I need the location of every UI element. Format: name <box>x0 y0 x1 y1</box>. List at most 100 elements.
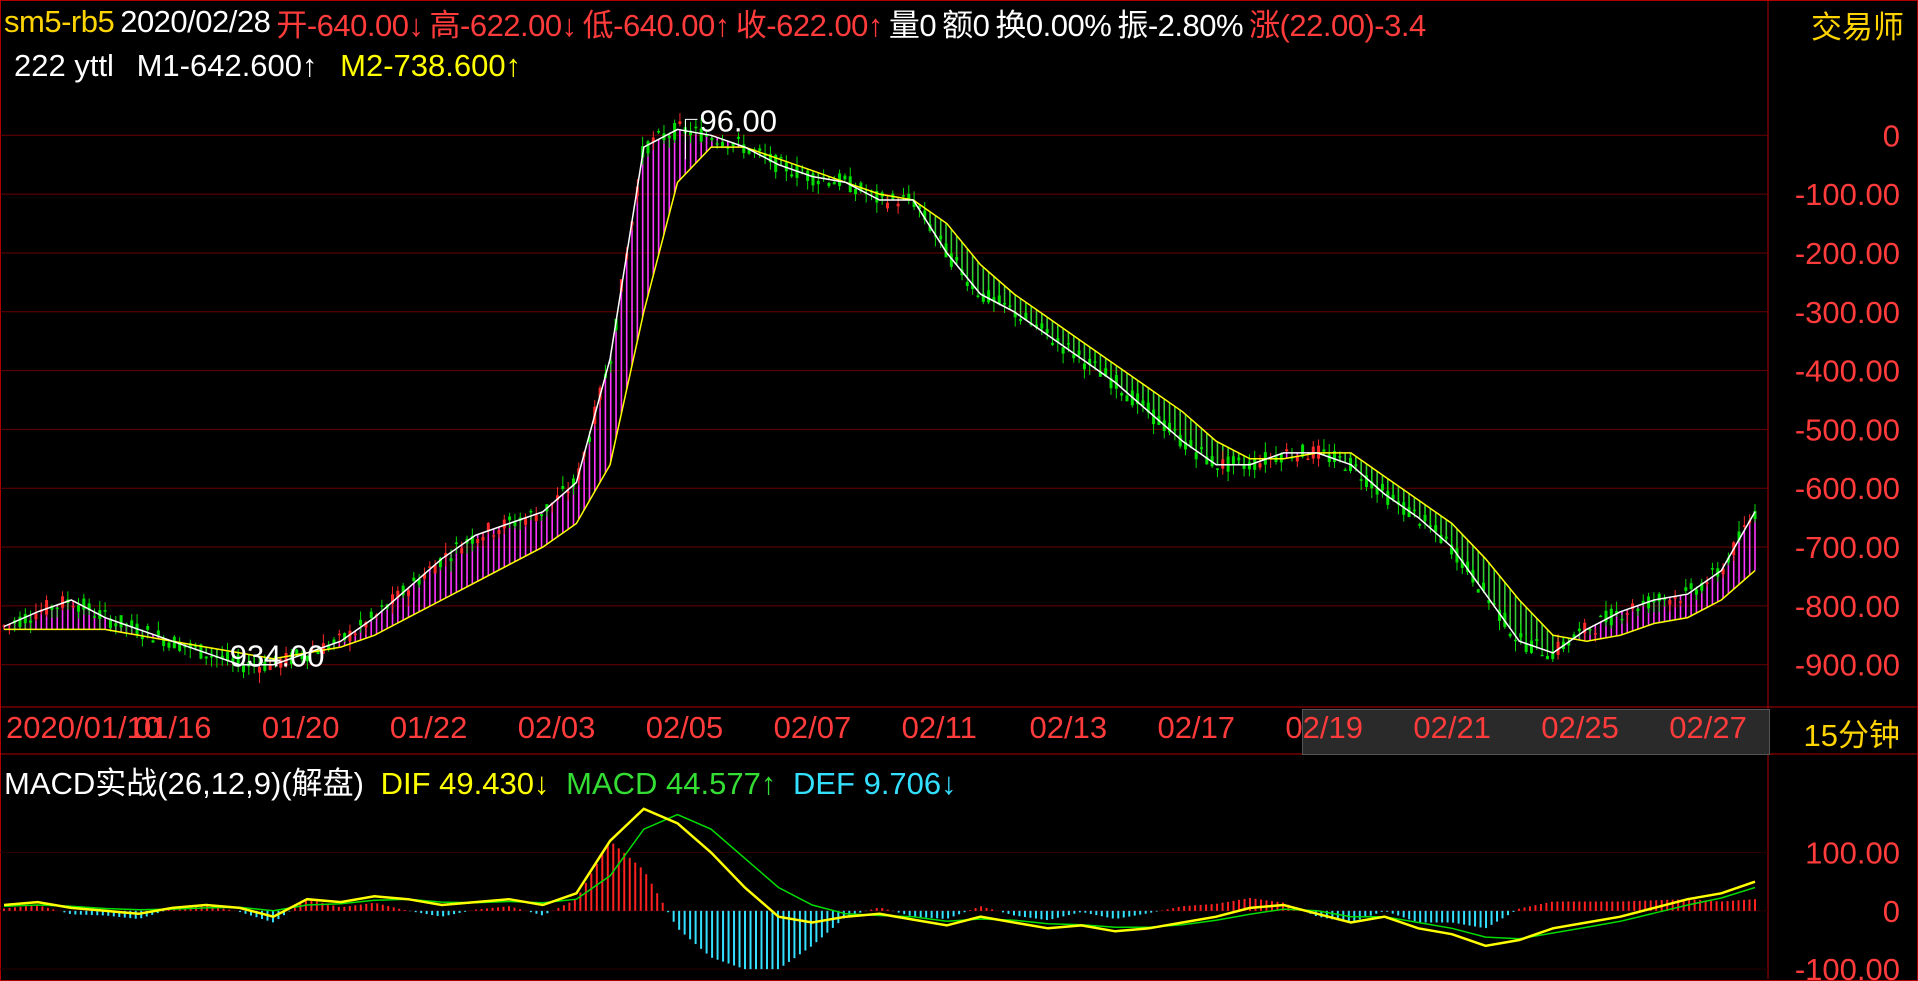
candle-body <box>204 656 208 659</box>
candle-body <box>965 281 969 286</box>
candle-body <box>71 605 75 608</box>
candle-body <box>1710 568 1714 570</box>
amount-label: 额0 <box>942 7 990 43</box>
amplitude-label: 振-2.80% <box>1117 7 1244 43</box>
candle-body <box>1247 462 1251 470</box>
candle-body <box>151 640 155 643</box>
candle-body <box>508 516 512 521</box>
candle-body <box>1258 463 1262 468</box>
candle-body <box>1423 514 1427 521</box>
candle-body <box>715 143 719 145</box>
chart-canvas[interactable]: 0 -100.00 -200.00 -300.00 -400.00 -500.00 -600… <box>0 0 1918 981</box>
price-tick-label: -100.00 <box>1795 177 1900 212</box>
indicator-name: 222 yttl <box>14 48 114 83</box>
candle-body <box>1354 464 1358 467</box>
macd-title: MACD实战(26,12,9)(解盘) <box>4 766 364 801</box>
candle-body <box>1003 303 1007 305</box>
ma-ribbon <box>3 129 1756 665</box>
candle-body <box>140 636 144 640</box>
price-tick-label: 0 <box>1883 118 1900 153</box>
candle-body <box>1689 583 1693 590</box>
candle-body <box>1588 628 1592 631</box>
macd-tick-label: 0 <box>1883 894 1900 929</box>
candle-body <box>1040 323 1044 329</box>
candle-body <box>1705 582 1709 584</box>
candle-body <box>1476 589 1480 593</box>
candle-body <box>720 142 724 147</box>
candle-body <box>1253 458 1257 470</box>
candle-body <box>1120 392 1124 396</box>
candle-body <box>82 598 86 610</box>
price-tick-label: -700.00 <box>1795 530 1900 565</box>
candle-body <box>1237 457 1241 461</box>
candle-body <box>497 530 501 534</box>
candle-body <box>901 195 905 197</box>
candle-body <box>449 558 453 562</box>
price-tick-label: -800.00 <box>1795 589 1900 624</box>
candle-body <box>678 121 682 125</box>
candle-body <box>1514 639 1518 642</box>
candle-body <box>1529 640 1533 653</box>
candle-body <box>646 141 650 154</box>
change-label: 涨(22.00)-3.4 <box>1249 7 1426 43</box>
candle-body <box>1173 429 1177 431</box>
candle-body <box>23 614 27 624</box>
candle-body <box>119 615 123 628</box>
candle-body <box>1657 593 1661 602</box>
candle-body <box>454 542 458 545</box>
date-tick-label: 02/21 <box>1413 710 1491 745</box>
date-tick-label: 02/25 <box>1541 710 1619 745</box>
open-label: 开-640.00↓ <box>276 7 424 43</box>
candlesticks <box>2 113 1757 684</box>
candle-body <box>1125 395 1129 402</box>
candle-body <box>1066 343 1070 345</box>
candle-body <box>18 616 22 627</box>
timeframe-label[interactable]: 15分钟 <box>1804 710 1900 755</box>
candle-body <box>1215 468 1219 470</box>
date-tick-label: 02/11 <box>901 710 977 745</box>
moving-average-lines <box>3 128 1756 666</box>
m2-value: M2-738.600↑ <box>340 48 522 83</box>
candle-body <box>1625 613 1629 615</box>
candle-body <box>1694 589 1698 595</box>
price-tick-label: -300.00 <box>1795 295 1900 330</box>
low-label: 低-640.00↑ <box>582 7 731 43</box>
candle-body <box>77 605 81 612</box>
quote-header: sm5-rb5 2020/02/28 开-640.00↓ 高-622.00↓ 低… <box>4 2 1432 43</box>
candle-body <box>854 188 858 195</box>
date-tick-label: 02/27 <box>1669 710 1747 745</box>
candle-body <box>1343 469 1347 472</box>
dif-value: DIF 49.430↓ <box>380 766 550 801</box>
candle-body <box>1524 643 1528 652</box>
date-tick-label: 02/07 <box>773 710 852 745</box>
candle-body <box>534 514 538 522</box>
brand-label: 交易师 <box>1811 10 1904 45</box>
candle-body <box>1077 350 1081 356</box>
candle-body <box>1061 347 1065 354</box>
candle-body <box>561 486 565 489</box>
candle-body <box>816 180 820 185</box>
candle-body <box>1380 483 1384 491</box>
candle-body <box>1508 633 1512 637</box>
candle-body <box>156 630 160 636</box>
candle-body <box>1620 618 1624 621</box>
candle-body <box>1008 305 1012 308</box>
date-tick-label: 01/22 <box>389 710 468 745</box>
candle-body <box>1412 509 1416 512</box>
candle-body <box>1545 655 1549 660</box>
candle-body <box>1093 361 1097 363</box>
candle-body <box>406 590 410 596</box>
candle-body <box>1668 599 1672 605</box>
candle-body <box>827 183 831 187</box>
date-tick-label: 02/03 <box>517 710 596 745</box>
candle-body <box>811 173 815 186</box>
candle-body <box>1082 363 1086 370</box>
date-tick-label: 02/13 <box>1029 710 1108 745</box>
candle-body <box>1599 615 1603 618</box>
candle-body <box>492 535 496 537</box>
candle-body <box>1322 449 1326 452</box>
low-annotation: 934.00 <box>230 639 325 674</box>
date-tick-label: 02/19 <box>1285 710 1363 745</box>
candle-body <box>45 600 49 615</box>
macd-tick-label: -100.00 <box>1795 952 1900 981</box>
